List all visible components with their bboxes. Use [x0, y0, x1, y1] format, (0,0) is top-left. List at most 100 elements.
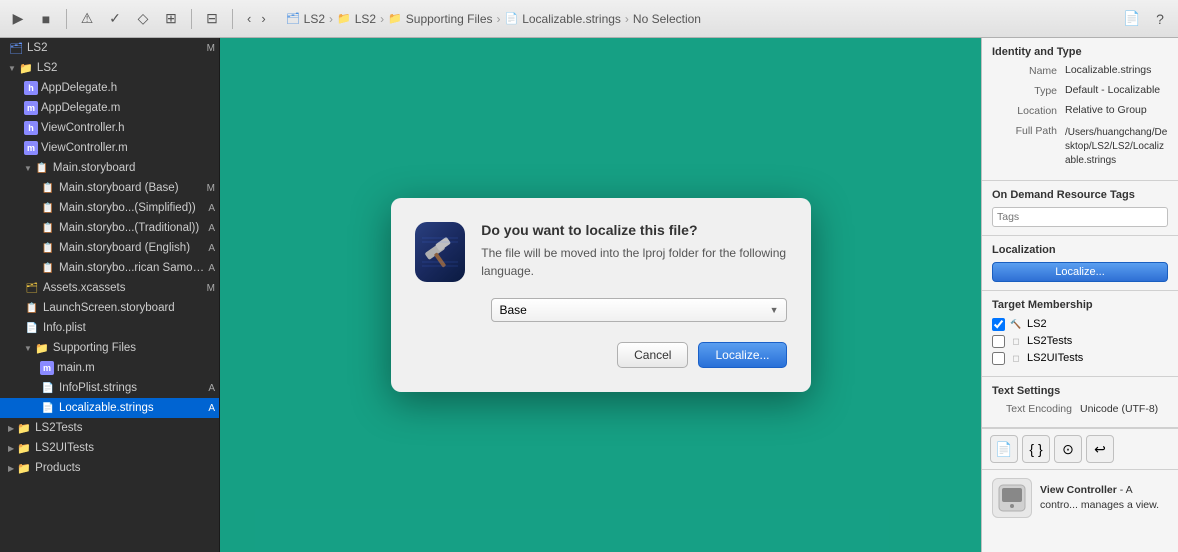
storyboard-traditional-icon: 📋 [40, 220, 56, 236]
bottom-icon-file[interactable]: 📄 [990, 435, 1018, 463]
bottom-icon-target[interactable]: ⊙ [1054, 435, 1082, 463]
text-settings-section: Text Settings Text Encoding Unicode (UTF… [982, 377, 1178, 428]
h-icon: h [24, 81, 38, 95]
breadcrumb-item-4[interactable]: 📄 Localizable.strings [505, 12, 621, 26]
sidebar-item-main-storyboard[interactable]: ▼ 📋 Main.storyboard [0, 158, 219, 178]
m-icon: m [24, 101, 38, 115]
sidebar: 🗂 LS2 M ▼ 📁 LS2 h AppDelegate.h m AppDel… [0, 38, 220, 552]
grid2-icon[interactable]: ⊟ [202, 9, 222, 29]
name-value: Localizable.strings [1065, 64, 1168, 76]
ls2uitests-icon: 📁 [16, 440, 32, 456]
encoding-value: Unicode (UTF-8) [1080, 403, 1158, 415]
sidebar-item-storyboard-simplified[interactable]: 📋 Main.storybо...(Simplified)) A [0, 198, 219, 218]
sidebar-item-ls2uitests[interactable]: ▶ 📁 LS2UITests [0, 438, 219, 458]
type-value: Default - Localizable [1065, 84, 1168, 96]
vc-icon [992, 478, 1032, 518]
identity-type-section: Identity and Type Name Localizable.strin… [982, 38, 1178, 181]
sidebar-item-info-plist[interactable]: 📄 Info.plist [0, 318, 219, 338]
language-dropdown[interactable]: Base English Simplified Chinese Traditio… [491, 298, 787, 322]
localize-button[interactable]: Localize... [698, 342, 786, 368]
m-icon-2: m [24, 141, 38, 155]
help-icon[interactable]: ? [1150, 9, 1170, 29]
warning-icon[interactable]: ⚠ [77, 9, 97, 29]
sidebar-item-assets[interactable]: 🗂 Assets.xcassets M [0, 278, 219, 298]
run-button[interactable]: ▶ [8, 9, 28, 29]
breadcrumb-item-1[interactable]: 🗂 LS2 [286, 12, 325, 26]
location-label: Location [992, 104, 1057, 117]
sidebar-item-viewcontroller-h[interactable]: h ViewController.h [0, 118, 219, 138]
target-ls2tests-label: LS2Tests [1027, 335, 1072, 347]
breadcrumb-item-5: No Selection [633, 12, 701, 26]
toolbar: ▶ ■ ⚠ ✓ ◇ ⊞ ⊟ ‹ › 🗂 LS2 › 📁 LS2 › 📁 Supp… [0, 0, 1178, 38]
location-value: Relative to Group [1065, 104, 1168, 116]
forward-button[interactable]: › [257, 9, 269, 28]
cancel-button[interactable]: Cancel [617, 342, 688, 368]
main-m-icon: m [40, 361, 54, 375]
divider-3 [232, 9, 233, 29]
target-ls2tests-icon: ◻ [1009, 334, 1023, 348]
sidebar-item-storyboard-base[interactable]: 📋 Main.storyboard (Base) M [0, 178, 219, 198]
sidebar-item-ls2[interactable]: ▼ 📁 LS2 [0, 58, 219, 78]
sidebar-item-localizable-strings[interactable]: 📄 Localizable.strings A [0, 398, 219, 418]
grid-icon[interactable]: ⊞ [161, 9, 181, 29]
on-demand-title: On Demand Resource Tags [992, 189, 1168, 201]
modal-title: Do you want to localize this file? [481, 222, 786, 238]
bottom-icon-code[interactable]: { } [1022, 435, 1050, 463]
modal-overlay: Do you want to localize this file? The f… [220, 38, 981, 552]
sidebar-item-appdelegate-m[interactable]: m AppDelegate.m [0, 98, 219, 118]
collapse-arrow-2: ▼ [24, 164, 32, 173]
target-ls2tests-checkbox[interactable] [992, 335, 1005, 348]
sidebar-item-project[interactable]: 🗂 LS2 M [0, 38, 219, 58]
project-icon: 🗂 [8, 40, 24, 56]
location-row: Location Relative to Group [992, 104, 1168, 120]
h-icon-2: h [24, 121, 38, 135]
type-row: Type Default - Localizable [992, 84, 1168, 100]
diamond-icon[interactable]: ◇ [133, 9, 153, 29]
modal-dropdown-row: Base English Simplified Chinese Traditio… [415, 298, 787, 322]
supporting-files-icon: 📁 [34, 340, 50, 356]
checkmark-icon[interactable]: ✓ [105, 9, 125, 29]
sidebar-item-supporting-files[interactable]: ▼ 📁 Supporting Files [0, 338, 219, 358]
identity-type-title: Identity and Type [992, 46, 1168, 58]
breadcrumb-item-2[interactable]: 📁 LS2 [337, 12, 376, 26]
target-ls2uitests-icon: ◻ [1009, 351, 1023, 365]
collapse-arrow-6: ▶ [8, 464, 14, 473]
sidebar-item-ls2tests[interactable]: ▶ 📁 LS2Tests [0, 418, 219, 438]
target-ls2tests: ◻ LS2Tests [992, 334, 1168, 348]
stop-button[interactable]: ■ [36, 9, 56, 29]
sidebar-item-storyboard-english[interactable]: 📋 Main.storyboard (English) A [0, 238, 219, 258]
sidebar-item-products[interactable]: ▶ 📁 Products [0, 458, 219, 478]
target-ls2-icon: 🔨 [1009, 317, 1023, 331]
breadcrumb-item-3[interactable]: 📁 Supporting Files [388, 12, 492, 26]
storyboard-simplified-icon: 📋 [40, 200, 56, 216]
target-ls2uitests-checkbox[interactable] [992, 352, 1005, 365]
tags-input[interactable] [992, 207, 1168, 227]
sidebar-item-viewcontroller-m[interactable]: m ViewController.m [0, 138, 219, 158]
toolbar-right: 📄 ? [1122, 9, 1170, 29]
nav-buttons: ‹ › [243, 9, 270, 28]
sidebar-item-infoplist-strings[interactable]: 📄 InfoPlist.strings A [0, 378, 219, 398]
modal-buttons: Cancel Localize... [415, 342, 787, 368]
target-ls2-checkbox[interactable] [992, 318, 1005, 331]
plist-icon: 📄 [24, 320, 40, 336]
file-icon[interactable]: 📄 [1122, 9, 1142, 29]
storyboard-samoa-icon: 📋 [40, 260, 56, 276]
type-label: Type [992, 84, 1057, 97]
sidebar-item-storyboard-samoa[interactable]: 📋 Main.storybо...rican Samoa)) A [0, 258, 219, 278]
target-ls2-label: LS2 [1027, 318, 1047, 330]
name-label: Name [992, 64, 1057, 77]
localizable-strings-icon: 📄 [40, 400, 56, 416]
sidebar-item-main-m[interactable]: m main.m [0, 358, 219, 378]
sidebar-item-appdelegate-h[interactable]: h AppDelegate.h [0, 78, 219, 98]
assets-icon: 🗂 [24, 280, 40, 296]
divider-2 [191, 9, 192, 29]
sidebar-item-storyboard-traditional[interactable]: 📋 Main.storybо...(Traditional)) A [0, 218, 219, 238]
bottom-icon-history[interactable]: ↩ [1086, 435, 1114, 463]
breadcrumb: 🗂 LS2 › 📁 LS2 › 📁 Supporting Files › 📄 L… [286, 12, 1114, 26]
modal-select-wrapper: Base English Simplified Chinese Traditio… [491, 298, 787, 322]
localize-btn[interactable]: Localize... [992, 262, 1168, 282]
back-button[interactable]: ‹ [243, 9, 255, 28]
xcode-hammer-icon [415, 222, 466, 282]
sidebar-item-launchscreen[interactable]: 📋 LaunchScreen.storyboard [0, 298, 219, 318]
target-ls2uitests-label: LS2UITests [1027, 352, 1083, 364]
